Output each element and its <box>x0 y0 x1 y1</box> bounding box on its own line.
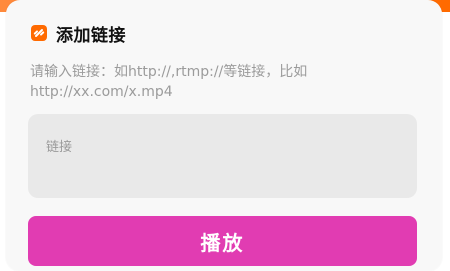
dialog-title: 添加链接 <box>56 25 126 46</box>
link-input[interactable]: 链接 <box>28 114 417 198</box>
play-button[interactable]: 播放 <box>28 216 417 266</box>
dialog-header: 添加链接 <box>30 20 126 46</box>
add-link-dialog: 添加链接 请输入链接：如http://,rtmp://等链接，比如http://… <box>6 0 442 271</box>
link-icon <box>30 24 48 42</box>
hint-text: 请输入链接：如http://,rtmp://等链接，比如http://xx.co… <box>30 64 308 100</box>
link-input-placeholder: 链接 <box>46 140 73 155</box>
